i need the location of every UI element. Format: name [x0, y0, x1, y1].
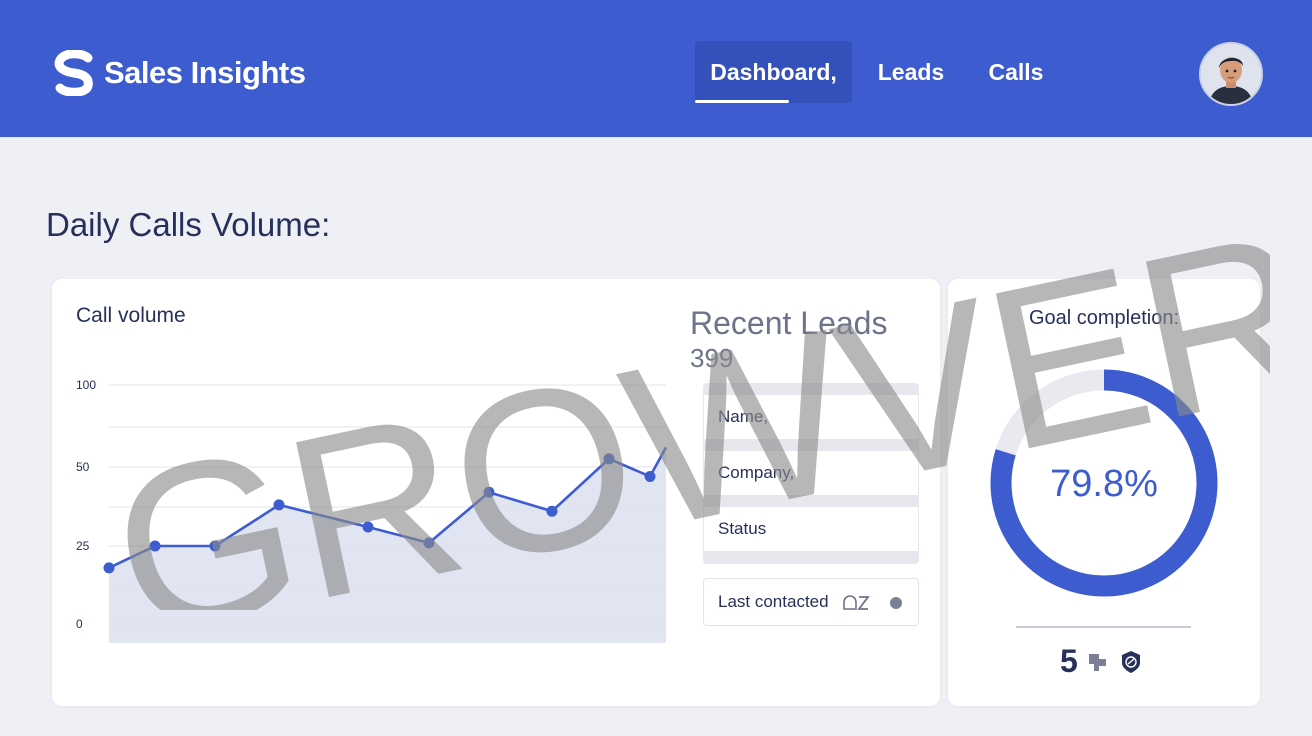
chart-data-point: [149, 540, 161, 552]
nav-tab-calls-label: Calls: [988, 59, 1044, 85]
chart-data-point: [103, 562, 115, 574]
goal-percentage: 79.8%: [1050, 463, 1158, 505]
chart-data-point: [362, 521, 374, 533]
y-tick-label: 100: [76, 378, 96, 392]
nav-tab-leads-label: Leads: [877, 59, 945, 85]
y-tick-label: 25: [76, 539, 90, 553]
goal-count: 5: [1060, 643, 1078, 679]
status-dot-icon: [890, 597, 902, 609]
brand[interactable]: Sales Insights: [52, 50, 306, 96]
brand-logo-icon: [54, 50, 93, 96]
user-avatar-icon: [1201, 44, 1261, 104]
goal-stats: 5: [1060, 643, 1144, 680]
hourglass-icon[interactable]: [842, 595, 870, 611]
y-tick-label: 50: [76, 460, 90, 474]
call-volume-chart: 0 25 50 100: [76, 378, 668, 643]
chart-data-point: [483, 486, 495, 498]
chart-data-point: [273, 499, 285, 511]
chart-data-point: [209, 540, 221, 552]
chart-data-point: [423, 537, 435, 549]
recent-leads-title: Recent Leads: [690, 305, 888, 341]
nav-tab-dashboard[interactable]: Dashboard,: [695, 41, 852, 103]
puzzle-icon[interactable]: [1086, 650, 1110, 674]
leads-row-company[interactable]: Company,: [704, 451, 918, 495]
chart-data-point: [603, 453, 615, 465]
active-tab-indicator: [695, 100, 789, 103]
last-contacted-row[interactable]: Last contacted: [703, 578, 919, 626]
goal-completion-card: Goal completion: 79.8% 5: [948, 279, 1260, 706]
y-tick-label: 0: [76, 617, 83, 631]
goal-divider: [1016, 626, 1191, 628]
top-navigation-bar: Sales Insights Dashboard, Leads Calls: [0, 0, 1312, 137]
user-avatar[interactable]: [1199, 42, 1263, 106]
recent-leads-count: 399: [690, 343, 734, 373]
goal-title: Goal completion:: [1028, 307, 1180, 329]
chart-data-point: [546, 505, 558, 517]
last-contacted-label: Last contacted: [718, 592, 829, 611]
leads-row-status[interactable]: Status: [704, 507, 918, 551]
shield-badge-icon[interactable]: [1118, 649, 1144, 675]
page-title: Daily Calls Volume:: [46, 206, 331, 243]
leads-row-name[interactable]: Name,: [704, 395, 918, 439]
nav-tab-leads[interactable]: Leads: [873, 41, 949, 103]
call-volume-card: Call volume 0 25 50 100 Recent Leads 399 Na…: [52, 279, 940, 706]
recent-leads-table: Name, Company, Status: [703, 383, 919, 564]
brand-name: Sales Insights: [104, 55, 306, 90]
nav-tab-dashboard-label: Dashboard,: [710, 59, 837, 85]
chart-data-point: [644, 470, 656, 482]
nav-tab-calls[interactable]: Calls: [985, 41, 1047, 103]
